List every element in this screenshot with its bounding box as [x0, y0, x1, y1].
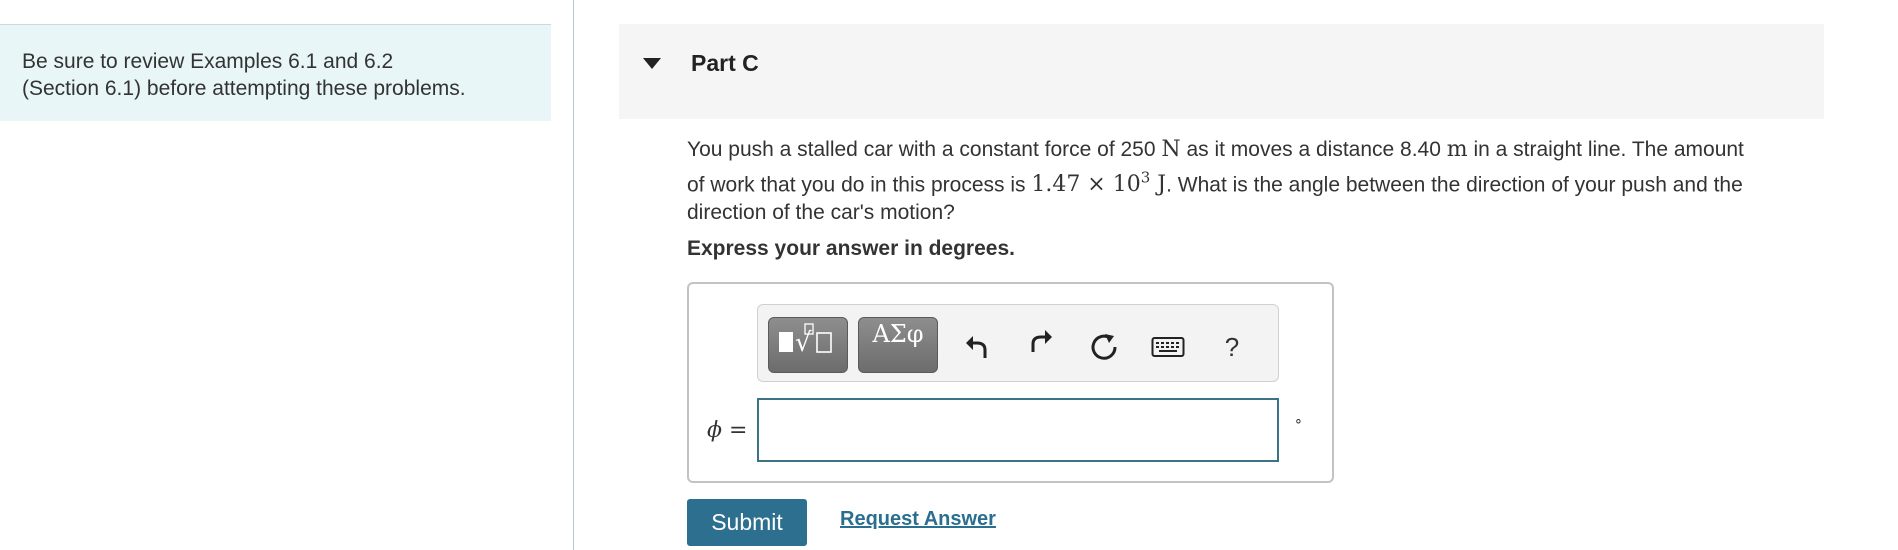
- greek-symbols-button[interactable]: ΑΣφ: [858, 317, 938, 373]
- submit-button[interactable]: Submit: [687, 499, 807, 546]
- collapse-caret-icon[interactable]: [643, 58, 661, 69]
- tip-text-line-2: (Section 6.1) before attempting these pr…: [22, 77, 466, 100]
- question-line-3: direction of the car's motion?: [687, 201, 955, 225]
- request-answer-link[interactable]: Request Answer: [840, 508, 996, 531]
- question-segment: of work that you do in this process is: [687, 173, 1032, 197]
- question-text: You push a stalled car with a constant f…: [687, 136, 1817, 227]
- degree-unit: ∘: [1294, 412, 1303, 428]
- keyboard-icon: [1151, 337, 1185, 357]
- help-icon: ?: [1224, 331, 1240, 362]
- force-unit: N: [1161, 137, 1181, 162]
- reset-button[interactable]: [1084, 327, 1124, 367]
- question-line-1: You push a stalled car with a constant f…: [687, 136, 1817, 164]
- reset-icon: [1091, 334, 1117, 360]
- part-header[interactable]: Part C: [619, 24, 1824, 119]
- column-divider: [573, 0, 574, 550]
- keyboard-button[interactable]: [1148, 327, 1188, 367]
- answer-box: √ ΑΣφ ? ϕ = ∘: [687, 282, 1334, 483]
- redo-button[interactable]: [1020, 321, 1060, 361]
- template-button[interactable]: √: [768, 317, 848, 373]
- part-title: Part C: [691, 50, 759, 76]
- svg-text:√: √: [795, 328, 812, 358]
- answer-instructions: Express your answer in degrees.: [687, 237, 1015, 260]
- question-segment: . What is the angle between the directio…: [1166, 173, 1743, 197]
- question-segment: in a straight line. The amount: [1467, 138, 1744, 161]
- work-value: 1.47 × 103 J: [1031, 169, 1167, 198]
- distance-unit: m: [1446, 137, 1468, 162]
- variable-label: ϕ =: [707, 418, 748, 443]
- undo-button[interactable]: [958, 327, 998, 367]
- question-line-2: of work that you do in this process is 1…: [687, 164, 1817, 199]
- question-segment: as it moves a distance 8.40: [1180, 138, 1447, 161]
- undo-icon: [966, 336, 987, 358]
- answer-input[interactable]: [757, 398, 1279, 462]
- tip-text-line-1: Be sure to review Examples 6.1 and 6.2: [22, 50, 394, 73]
- help-button[interactable]: ?: [1212, 327, 1252, 367]
- question-segment: You push a stalled car with a constant f…: [687, 138, 1162, 161]
- square-root-template-icon: √: [779, 323, 832, 358]
- review-tip-panel: Be sure to review Examples 6.1 and 6.2 (…: [0, 25, 551, 121]
- math-toolbar: √ ΑΣφ ?: [757, 304, 1279, 382]
- redo-icon: [1031, 330, 1052, 352]
